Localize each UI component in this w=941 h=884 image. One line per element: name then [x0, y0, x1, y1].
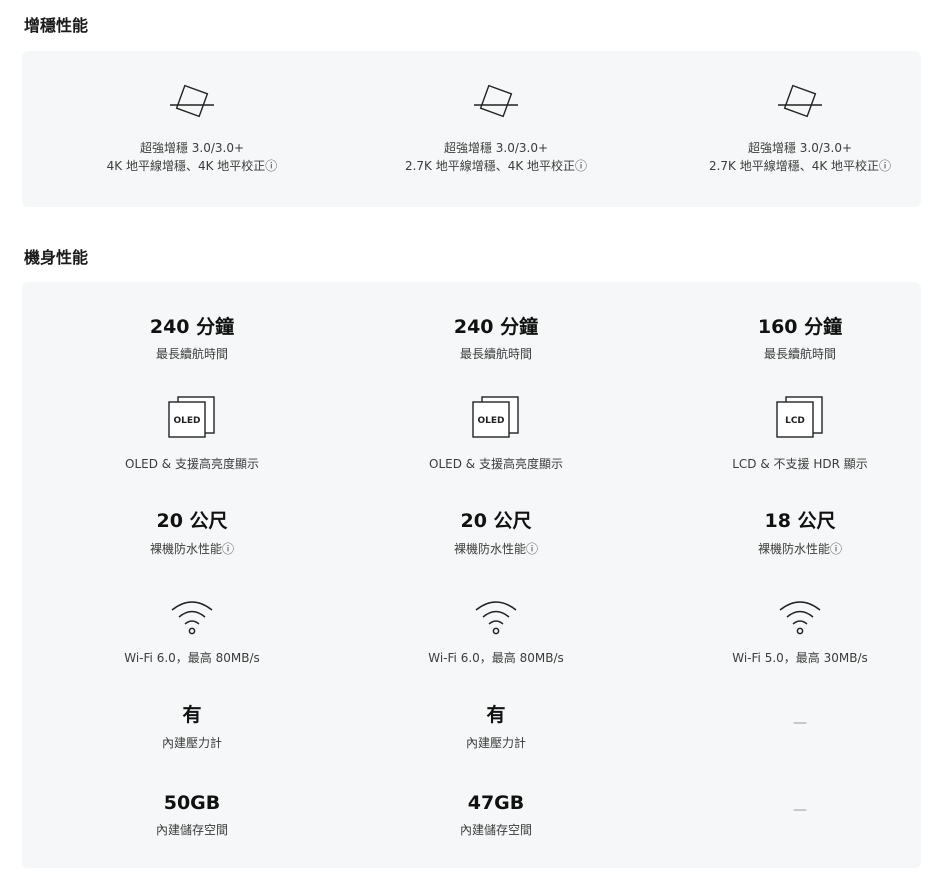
- stabilization-column: 超強增穩 3.0/3.0+ 2.7K 地平線增穩、4K 地平校正ⓘ: [346, 51, 646, 207]
- screen-badge-text: OLED: [477, 416, 504, 426]
- screen-label: LCD & 不支援 HDR 顯示: [732, 457, 868, 471]
- battery-value: 160 分鐘: [757, 316, 843, 338]
- wifi-icon: [475, 601, 517, 635]
- storage-value: 50GB: [163, 792, 221, 814]
- barometer-value: 有: [486, 704, 506, 726]
- oled-screen-icon: OLED: [168, 396, 215, 438]
- wifi-icon: [171, 601, 213, 635]
- waterproof-value: 20 公尺: [156, 510, 228, 532]
- stabilization-panel: 超強增穩 3.0/3.0+ 4K 地平線增穩、4K 地平校正ⓘ 超強增穩 3.0…: [22, 51, 921, 207]
- stabilization-section-title: 增穩性能: [24, 16, 89, 35]
- battery-label: 最長續航時間: [763, 347, 836, 361]
- wifi-icon: [779, 601, 821, 635]
- storage-value: —: [793, 802, 807, 818]
- screen-badge-text: OLED: [173, 416, 200, 426]
- stabilization-column: 超強增穩 3.0/3.0+ 2.7K 地平線增穩、4K 地平校正ⓘ: [650, 51, 941, 207]
- horizon-tilt-icon: [474, 84, 518, 118]
- stabilization-line2[interactable]: 2.7K 地平線增穩、4K 地平校正ⓘ: [346, 158, 646, 175]
- body-performance-column: 240 分鐘 最長續航時間 OLED OLED & 支援高亮度顯示 20 公尺 …: [346, 282, 646, 868]
- screen-badge-text: LCD: [785, 416, 805, 426]
- waterproof-label[interactable]: 裸機防水性能ⓘ: [346, 541, 646, 558]
- barometer-value: 有: [182, 704, 202, 726]
- wifi-label: Wi-Fi 6.0，最高 80MB/s: [124, 651, 260, 665]
- body-performance-column: 240 分鐘 最長續航時間 OLED OLED & 支援高亮度顯示 20 公尺 …: [42, 282, 342, 868]
- storage-label: 內建儲存空間: [459, 823, 532, 837]
- screen-label: OLED & 支援高亮度顯示: [429, 457, 563, 471]
- stabilization-line2[interactable]: 2.7K 地平線增穩、4K 地平校正ⓘ: [650, 158, 941, 175]
- storage-label: 內建儲存空間: [155, 823, 228, 837]
- battery-label: 最長續航時間: [155, 347, 228, 361]
- horizon-tilt-icon: [170, 84, 214, 118]
- battery-label: 最長續航時間: [459, 347, 532, 361]
- stabilization-line1: 超強增穩 3.0/3.0+: [139, 141, 245, 155]
- barometer-label: 內建壓力計: [161, 736, 222, 750]
- waterproof-value: 20 公尺: [460, 510, 532, 532]
- stabilization-column: 超強增穩 3.0/3.0+ 4K 地平線增穩、4K 地平校正ⓘ: [42, 51, 342, 207]
- wifi-label: Wi-Fi 6.0，最高 80MB/s: [428, 651, 564, 665]
- wifi-label: Wi-Fi 5.0，最高 30MB/s: [732, 651, 868, 665]
- stabilization-line2[interactable]: 4K 地平線增穩、4K 地平校正ⓘ: [42, 158, 342, 175]
- body-performance-section-title: 機身性能: [24, 248, 89, 267]
- body-performance-column: 160 分鐘 最長續航時間 LCD LCD & 不支援 HDR 顯示 18 公尺…: [650, 282, 941, 868]
- horizon-tilt-icon: [778, 84, 822, 118]
- barometer-label: 內建壓力計: [465, 736, 526, 750]
- screen-label: OLED & 支援高亮度顯示: [125, 457, 259, 471]
- stabilization-line1: 超強增穩 3.0/3.0+: [443, 141, 549, 155]
- waterproof-label[interactable]: 裸機防水性能ⓘ: [650, 541, 941, 558]
- oled-screen-icon: OLED: [472, 396, 519, 438]
- body-performance-panel: 240 分鐘 最長續航時間 OLED OLED & 支援高亮度顯示 20 公尺 …: [22, 282, 921, 868]
- battery-value: 240 分鐘: [149, 316, 235, 338]
- lcd-screen-icon: LCD: [776, 396, 823, 438]
- battery-value: 240 分鐘: [453, 316, 539, 338]
- waterproof-label[interactable]: 裸機防水性能ⓘ: [42, 541, 342, 558]
- stabilization-line1: 超強增穩 3.0/3.0+: [747, 141, 853, 155]
- waterproof-value: 18 公尺: [764, 510, 836, 532]
- barometer-value: —: [793, 715, 807, 731]
- storage-value: 47GB: [467, 792, 525, 814]
